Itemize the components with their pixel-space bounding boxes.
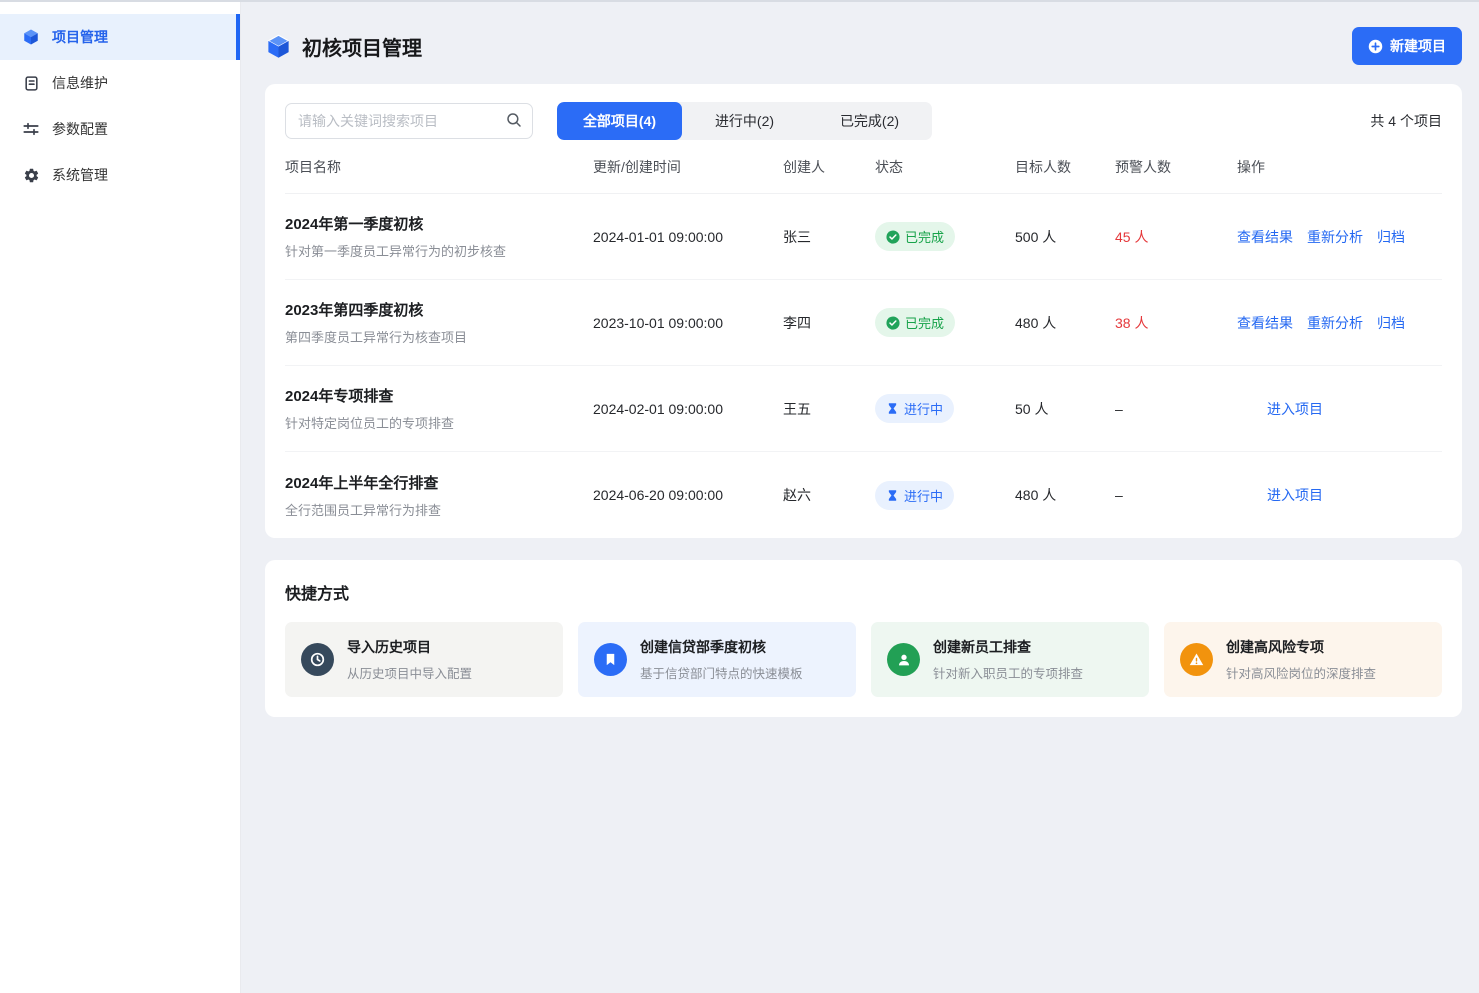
- plus-circle-icon: [1368, 39, 1383, 54]
- quick-card-title: 创建信贷部季度初核: [640, 637, 803, 657]
- target-count: 500 人: [1015, 227, 1115, 247]
- quick-actions-title: 快捷方式: [285, 580, 1442, 604]
- tab-completed[interactable]: 已完成(2): [807, 102, 932, 140]
- warning-count: 45 人: [1115, 227, 1237, 247]
- col-header-time: 更新/创建时间: [593, 157, 783, 177]
- project-creator: 王五: [783, 399, 875, 419]
- project-creator: 张三: [783, 227, 875, 247]
- quick-card-title: 创建高风险专项: [1226, 637, 1376, 657]
- project-description: 第四季度员工异常行为核查项目: [285, 327, 593, 346]
- search-input[interactable]: [285, 103, 533, 139]
- project-time: 2024-02-01 09:00:00: [593, 401, 783, 417]
- archive-link[interactable]: 归档: [1377, 227, 1405, 247]
- project-creator: 赵六: [783, 485, 875, 505]
- project-description: 针对第一季度员工异常行为的初步核查: [285, 241, 593, 260]
- document-icon: [22, 74, 40, 92]
- person-icon: [887, 643, 920, 676]
- project-name: 2024年上半年全行排查: [285, 472, 593, 493]
- sidebar-item-label: 项目管理: [52, 27, 108, 47]
- warning-count: 38 人: [1115, 313, 1237, 333]
- filter-tabs: 全部项目(4) 进行中(2) 已完成(2): [557, 102, 932, 140]
- table-row: 2023年第四季度初核 第四季度员工异常行为核查项目 2023-10-01 09…: [285, 280, 1442, 366]
- sidebar-item-parameter-config[interactable]: 参数配置: [0, 106, 240, 152]
- project-time: 2024-01-01 09:00:00: [593, 229, 783, 245]
- project-name: 2024年专项排查: [285, 385, 593, 406]
- sliders-icon: [22, 120, 40, 138]
- search-icon[interactable]: [505, 111, 523, 129]
- quick-card-high-risk-special[interactable]: 创建高风险专项 针对高风险岗位的深度排查: [1164, 622, 1442, 697]
- col-header-warning: 预警人数: [1115, 157, 1237, 177]
- sidebar-item-label: 参数配置: [52, 119, 108, 139]
- target-count: 50 人: [1015, 399, 1115, 419]
- quick-card-credit-dept-review[interactable]: 创建信贷部季度初核 基于信贷部门特点的快速模板: [578, 622, 856, 697]
- quick-card-title: 创建新员工排查: [933, 637, 1083, 657]
- hourglass-icon: [886, 402, 899, 415]
- sidebar-item-system-management[interactable]: 系统管理: [0, 152, 240, 198]
- status-badge: 进行中: [875, 394, 954, 423]
- project-name: 2024年第一季度初核: [285, 213, 593, 234]
- tab-in-progress[interactable]: 进行中(2): [682, 102, 807, 140]
- status-badge: 已完成: [875, 222, 955, 251]
- total-count: 共 4 个项目: [1370, 111, 1442, 131]
- sidebar-item-info-maintenance[interactable]: 信息维护: [0, 60, 240, 106]
- reanalyze-link[interactable]: 重新分析: [1307, 313, 1363, 333]
- enter-project-link[interactable]: 进入项目: [1267, 485, 1323, 505]
- status-badge: 已完成: [875, 308, 955, 337]
- reanalyze-link[interactable]: 重新分析: [1307, 227, 1363, 247]
- gear-icon: [22, 166, 40, 184]
- tab-all-projects[interactable]: 全部项目(4): [557, 102, 682, 140]
- quick-card-desc: 针对新入职员工的专项排查: [933, 663, 1083, 682]
- page-header: 初核项目管理 新建项目: [265, 22, 1462, 70]
- bookmark-icon: [594, 643, 627, 676]
- table-row: 2024年上半年全行排查 全行范围员工异常行为排查 2024-06-20 09:…: [285, 452, 1442, 538]
- check-circle-icon: [886, 316, 900, 330]
- quick-card-title: 导入历史项目: [347, 637, 472, 657]
- clock-icon: [301, 643, 334, 676]
- new-project-button[interactable]: 新建项目: [1352, 27, 1462, 65]
- target-count: 480 人: [1015, 485, 1115, 505]
- status-badge: 进行中: [875, 481, 954, 510]
- sidebar-item-project-management[interactable]: 项目管理: [0, 14, 240, 60]
- table-row: 2024年专项排查 针对特定岗位员工的专项排查 2024-02-01 09:00…: [285, 366, 1442, 452]
- quick-actions-card: 快捷方式 导入历史项目 从历史项目中导入配置 创建信贷部季度初核 基于信贷部门特…: [265, 560, 1462, 717]
- search-box: [285, 103, 533, 139]
- view-results-link[interactable]: 查看结果: [1237, 313, 1293, 333]
- cube-icon: [265, 33, 292, 60]
- quick-card-import-history[interactable]: 导入历史项目 从历史项目中导入配置: [285, 622, 563, 697]
- target-count: 480 人: [1015, 313, 1115, 333]
- quick-card-new-employee-screening[interactable]: 创建新员工排查 针对新入职员工的专项排查: [871, 622, 1149, 697]
- table-header: 项目名称 更新/创建时间 创建人 状态 目标人数 预警人数 操作: [285, 140, 1442, 194]
- check-circle-icon: [886, 230, 900, 244]
- enter-project-link[interactable]: 进入项目: [1267, 399, 1323, 419]
- project-name: 2023年第四季度初核: [285, 299, 593, 320]
- main-content: 初核项目管理 新建项目 全部项目(4) 进行中(2) 已完成(2) 共 4 个项…: [241, 2, 1479, 993]
- warning-count: –: [1115, 401, 1237, 417]
- quick-card-desc: 基于信贷部门特点的快速模板: [640, 663, 803, 682]
- table-row: 2024年第一季度初核 针对第一季度员工异常行为的初步核查 2024-01-01…: [285, 194, 1442, 280]
- quick-card-desc: 针对高风险岗位的深度排查: [1226, 663, 1376, 682]
- project-creator: 李四: [783, 313, 875, 333]
- col-header-name: 项目名称: [285, 157, 593, 177]
- warning-icon: [1180, 643, 1213, 676]
- project-list-card: 全部项目(4) 进行中(2) 已完成(2) 共 4 个项目 项目名称 更新/创建…: [265, 84, 1462, 538]
- hourglass-icon: [886, 489, 899, 502]
- col-header-creator: 创建人: [783, 157, 875, 177]
- filter-row: 全部项目(4) 进行中(2) 已完成(2) 共 4 个项目: [285, 102, 1442, 140]
- sidebar-item-label: 系统管理: [52, 165, 108, 185]
- view-results-link[interactable]: 查看结果: [1237, 227, 1293, 247]
- sidebar-item-label: 信息维护: [52, 73, 108, 93]
- col-header-actions: 操作: [1237, 157, 1442, 177]
- page-title: 初核项目管理: [302, 32, 422, 61]
- project-description: 全行范围员工异常行为排查: [285, 500, 593, 519]
- col-header-target: 目标人数: [1015, 157, 1115, 177]
- quick-card-desc: 从历史项目中导入配置: [347, 663, 472, 682]
- cube-icon: [22, 28, 40, 46]
- project-description: 针对特定岗位员工的专项排查: [285, 413, 593, 432]
- project-time: 2023-10-01 09:00:00: [593, 315, 783, 331]
- warning-count: –: [1115, 487, 1237, 503]
- project-time: 2024-06-20 09:00:00: [593, 487, 783, 503]
- col-header-status: 状态: [875, 157, 1015, 177]
- sidebar: 项目管理 信息维护 参数配置 系统管理: [0, 2, 241, 993]
- archive-link[interactable]: 归档: [1377, 313, 1405, 333]
